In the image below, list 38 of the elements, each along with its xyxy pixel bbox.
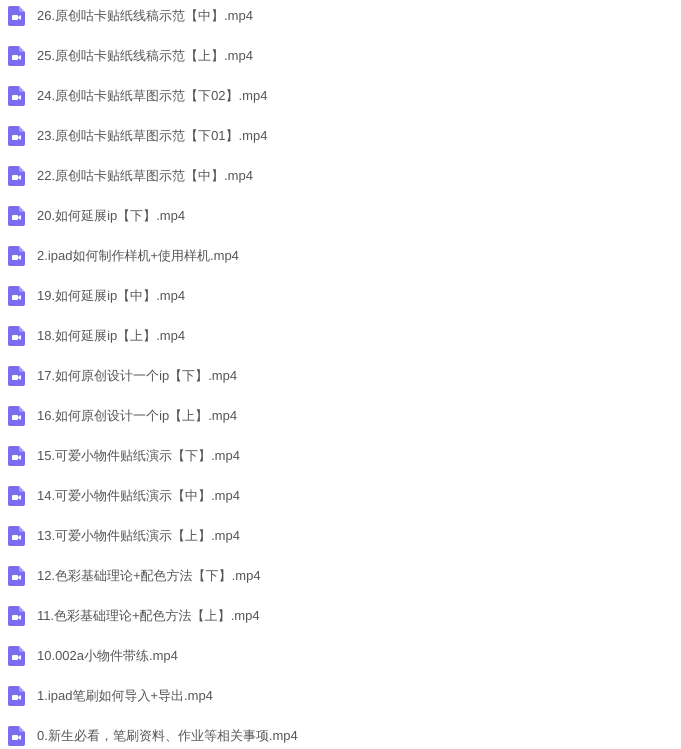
video-file-icon [8, 726, 25, 746]
file-name[interactable]: 20.如何延展ip【下】.mp4 [37, 208, 186, 224]
file-name[interactable]: 15.可爱小物件贴纸演示【下】.mp4 [37, 448, 240, 464]
video-file-icon [8, 686, 25, 706]
file-name[interactable]: 16.如何原创设计一个ip【上】.mp4 [37, 408, 238, 424]
video-file-icon [8, 206, 25, 226]
video-file-icon [8, 86, 25, 106]
file-name[interactable]: 24.原创咕卡贴纸草图示范【下02】.mp4 [37, 88, 268, 104]
video-file-icon [8, 486, 25, 506]
video-file-icon [8, 6, 25, 26]
video-file-icon [8, 606, 25, 626]
video-file-icon [8, 46, 25, 66]
video-file-icon [8, 246, 25, 266]
video-file-icon [8, 286, 25, 306]
file-name[interactable]: 14.可爱小物件贴纸演示【中】.mp4 [37, 488, 240, 504]
video-file-icon [8, 446, 25, 466]
file-name[interactable]: 17.如何原创设计一个ip【下】.mp4 [37, 368, 238, 384]
file-name[interactable]: 12.色彩基础理论+配色方法【下】.mp4 [37, 568, 261, 584]
video-file-icon [8, 326, 25, 346]
file-name[interactable]: 10.002a小物件带练.mp4 [37, 648, 178, 664]
file-name[interactable]: 13.可爱小物件贴纸演示【上】.mp4 [37, 528, 240, 544]
file-name[interactable]: 23.原创咕卡贴纸草图示范【下01】.mp4 [37, 128, 268, 144]
file-name[interactable]: 26.原创咕卡贴纸线稿示范【中】.mp4 [37, 8, 253, 24]
file-name[interactable]: 25.原创咕卡贴纸线稿示范【上】.mp4 [37, 48, 253, 64]
file-name[interactable]: 2.ipad如何制作样机+使用样机.mp4 [37, 248, 239, 264]
video-file-icon [8, 646, 25, 666]
file-name[interactable]: 22.原创咕卡贴纸草图示范【中】.mp4 [37, 168, 253, 184]
video-file-icon [8, 366, 25, 386]
video-file-icon [8, 126, 25, 146]
file-name[interactable]: 0.新生必看，笔刷资料、作业等相关事项.mp4 [37, 728, 298, 744]
video-file-icon [8, 166, 25, 186]
video-file-icon [8, 406, 25, 426]
file-name[interactable]: 18.如何延展ip【上】.mp4 [37, 328, 186, 344]
video-file-icon [8, 526, 25, 546]
file-name[interactable]: 19.如何延展ip【中】.mp4 [37, 288, 186, 304]
video-file-icon [8, 566, 25, 586]
file-name[interactable]: 11.色彩基础理论+配色方法【上】.mp4 [37, 608, 260, 624]
file-name[interactable]: 1.ipad笔刷如何导入+导出.mp4 [37, 688, 213, 704]
